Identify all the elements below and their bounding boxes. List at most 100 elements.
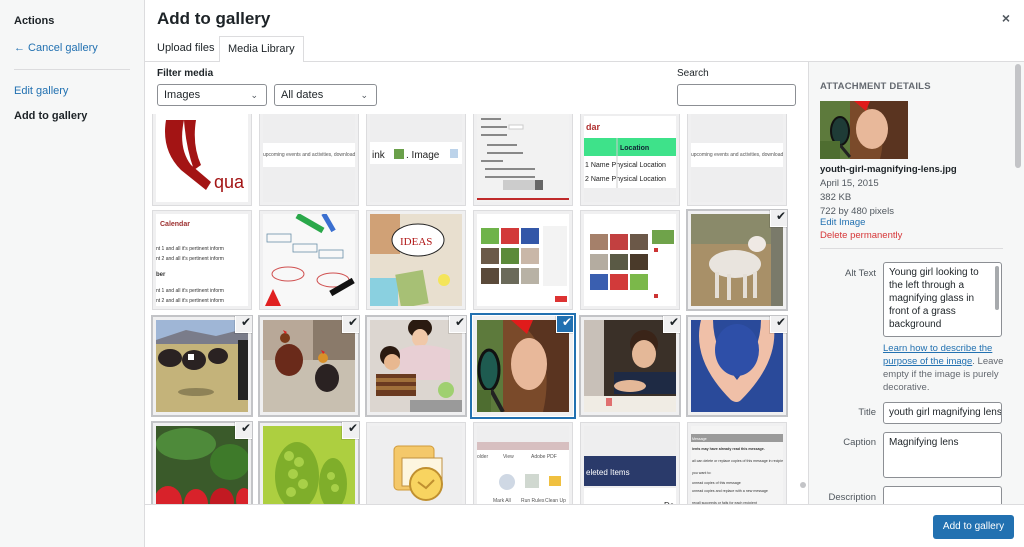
thumbnail-image	[477, 214, 569, 306]
grid-scrollbar[interactable]	[797, 114, 807, 504]
media-type-select[interactable]: Images ⌄	[157, 84, 267, 106]
thumbnail-image: qua	[156, 114, 248, 202]
attachment-thumbnail[interactable]	[473, 114, 573, 206]
svg-text:older: older	[477, 454, 488, 460]
sidebar-scrollbar[interactable]	[1015, 64, 1021, 168]
thumbnail-image	[263, 320, 355, 412]
details-divider	[820, 248, 1003, 249]
media-frame-menu: Actions ← Cancel gallery Edit gallery Ad…	[0, 0, 145, 547]
attachment-thumbnail[interactable]: Message ients may have already read this …	[687, 422, 787, 504]
close-icon[interactable]: ×	[998, 10, 1014, 26]
svg-text:View: View	[503, 454, 514, 460]
thumbnail-image	[477, 320, 569, 412]
svg-text:IDEAS: IDEAS	[400, 236, 432, 248]
thumbnail-image: upcoming events and activities, download	[691, 114, 783, 202]
svg-text:nt 2 and all it's pertinent in: nt 2 and all it's pertinent inform	[156, 256, 224, 262]
attachment-thumbnail[interactable]: ✔	[687, 210, 787, 310]
attachment-thumbnail[interactable]	[366, 422, 466, 504]
attachment-thumbnail[interactable]: upcoming events and activities, download	[259, 114, 359, 206]
thumbnail-image	[691, 320, 783, 412]
attachment-thumbnail[interactable]	[473, 210, 573, 310]
search-label: Search	[677, 68, 709, 79]
chevron-down-icon: ⌄	[360, 90, 368, 100]
svg-text:Calendar: Calendar	[160, 221, 190, 228]
svg-text:. Image: . Image	[406, 150, 440, 161]
svg-text:ber: ber	[156, 272, 166, 278]
tab-upload-files[interactable]: Upload files	[149, 36, 222, 62]
thumbnail-image: Message ients may have already read this …	[691, 426, 783, 504]
thumbnail-text: upcoming events and activities, download	[691, 143, 783, 167]
edit-image-link[interactable]: Edit Image	[820, 217, 865, 228]
caption-label: Caption	[843, 437, 876, 448]
thumbnail-text: upcoming events and activities, download	[263, 143, 355, 167]
search-input[interactable]	[677, 84, 796, 106]
attachment-dimensions: 722 by 480 pixels	[820, 206, 894, 217]
media-type-value: Images	[164, 89, 201, 101]
title-label: Title	[858, 407, 876, 418]
svg-text:dar: dar	[586, 122, 601, 132]
attachment-thumbnail[interactable]: ✔	[152, 422, 252, 504]
attachment-thumbnail[interactable]: eleted ItemsDe	[580, 422, 680, 504]
svg-text:Adobe PDF: Adobe PDF	[531, 454, 557, 460]
add-to-gallery-menu-item[interactable]: Add to gallery	[14, 110, 87, 122]
checkmark-icon[interactable]: ✔	[450, 316, 466, 332]
chevron-down-icon: ⌄	[250, 90, 258, 100]
alt-text-value: Young girl looking to the left through a…	[889, 267, 979, 330]
checkmark-icon[interactable]: ✔	[771, 316, 787, 332]
attachment-thumbnail[interactable]	[259, 210, 359, 310]
thumbnail-image	[263, 426, 355, 504]
attachment-thumbnail[interactable]: ink . Image	[366, 114, 466, 206]
thumbnail-image: Calendar nt 1 and all it's pertinent info…	[156, 214, 248, 306]
attachment-thumbnail[interactable]: dar Location 1 Name Physical Location 2 Nam…	[580, 114, 680, 206]
attachment-thumbnail[interactable]	[580, 210, 680, 310]
cancel-gallery-link[interactable]: ← Cancel gallery	[14, 42, 98, 54]
alt-text-textarea[interactable]: Young girl looking to the left through a…	[883, 262, 1002, 337]
date-filter-select[interactable]: All dates ⌄	[274, 84, 377, 106]
svg-text:Location: Location	[620, 145, 649, 152]
grid-scroll-thumb[interactable]	[800, 482, 806, 488]
attachment-thumbnail[interactable]: ✔	[366, 316, 466, 416]
checkmark-icon[interactable]: ✔	[557, 316, 573, 332]
attachment-thumbnail[interactable]: ✔	[259, 316, 359, 416]
alt-text-scrollbar[interactable]	[995, 266, 999, 310]
checkmark-icon[interactable]: ✔	[236, 316, 252, 332]
edit-gallery-link[interactable]: Edit gallery	[14, 85, 68, 97]
attachment-thumbnail[interactable]: Calendar nt 1 and all it's pertinent info…	[152, 210, 252, 310]
delete-permanently-link[interactable]: Delete permanently	[820, 230, 902, 241]
attachment-thumbnail[interactable]: IDEAS	[366, 210, 466, 310]
checkmark-icon[interactable]: ✔	[664, 316, 680, 332]
svg-text:2 Name Physical Location: 2 Name Physical Location	[585, 176, 666, 183]
thumbnail-image	[370, 320, 462, 412]
checkmark-icon[interactable]: ✔	[343, 316, 359, 332]
checkmark-icon[interactable]: ✔	[771, 210, 787, 226]
add-to-gallery-button[interactable]: Add to gallery	[933, 515, 1014, 539]
title-input[interactable]: youth girl magnifying lens	[883, 402, 1002, 424]
filter-media-label: Filter media	[157, 68, 214, 79]
thumbnail-image	[156, 426, 248, 504]
attachment-thumbnail[interactable]: ✔	[687, 316, 787, 416]
svg-text:1 Name Physical Location: 1 Name Physical Location	[585, 162, 666, 169]
checkmark-icon[interactable]: ✔	[236, 422, 252, 438]
media-modal: Actions ← Cancel gallery Edit gallery Ad…	[0, 0, 1024, 547]
attachment-thumbnail[interactable]: ✔	[580, 316, 680, 416]
thumbnail-image: dar Location 1 Name Physical Location 2 Nam…	[584, 114, 676, 202]
caption-textarea[interactable]: Magnifying lens	[883, 432, 1002, 478]
thumbnail-image	[263, 214, 355, 306]
checkmark-icon[interactable]: ✔	[343, 422, 359, 438]
thumbnail-image	[156, 320, 248, 412]
attachment-filename: youth-girl-magnifying-lens.jpg	[820, 164, 957, 175]
attachment-thumbnail[interactable]: qua	[152, 114, 252, 206]
description-textarea[interactable]	[883, 486, 1002, 504]
attachment-thumbnail[interactable]: ✔	[259, 422, 359, 504]
date-filter-value: All dates	[281, 89, 324, 101]
svg-text:nt 2 and all it's pertinent in: nt 2 and all it's pertinent inform	[156, 298, 224, 304]
attachment-thumbnail[interactable]: upcoming events and activities, download	[687, 114, 787, 206]
alt-text-help: Learn how to describe the purpose of the…	[883, 342, 1008, 394]
tab-media-library[interactable]: Media Library	[219, 36, 304, 63]
thumbnail-image: ink . Image	[370, 114, 462, 202]
attachments-grid: qua upcoming events and activities, downl…	[145, 114, 808, 504]
attachment-thumbnail[interactable]: olderViewAdobe PDFMark Allas ReadRun Rul…	[473, 422, 573, 504]
svg-text:ients may have already read th: ients may have already read this message…	[692, 447, 765, 451]
attachment-thumbnail[interactable]: ✔	[152, 316, 252, 416]
attachment-thumbnail[interactable]: ✔	[473, 316, 573, 416]
